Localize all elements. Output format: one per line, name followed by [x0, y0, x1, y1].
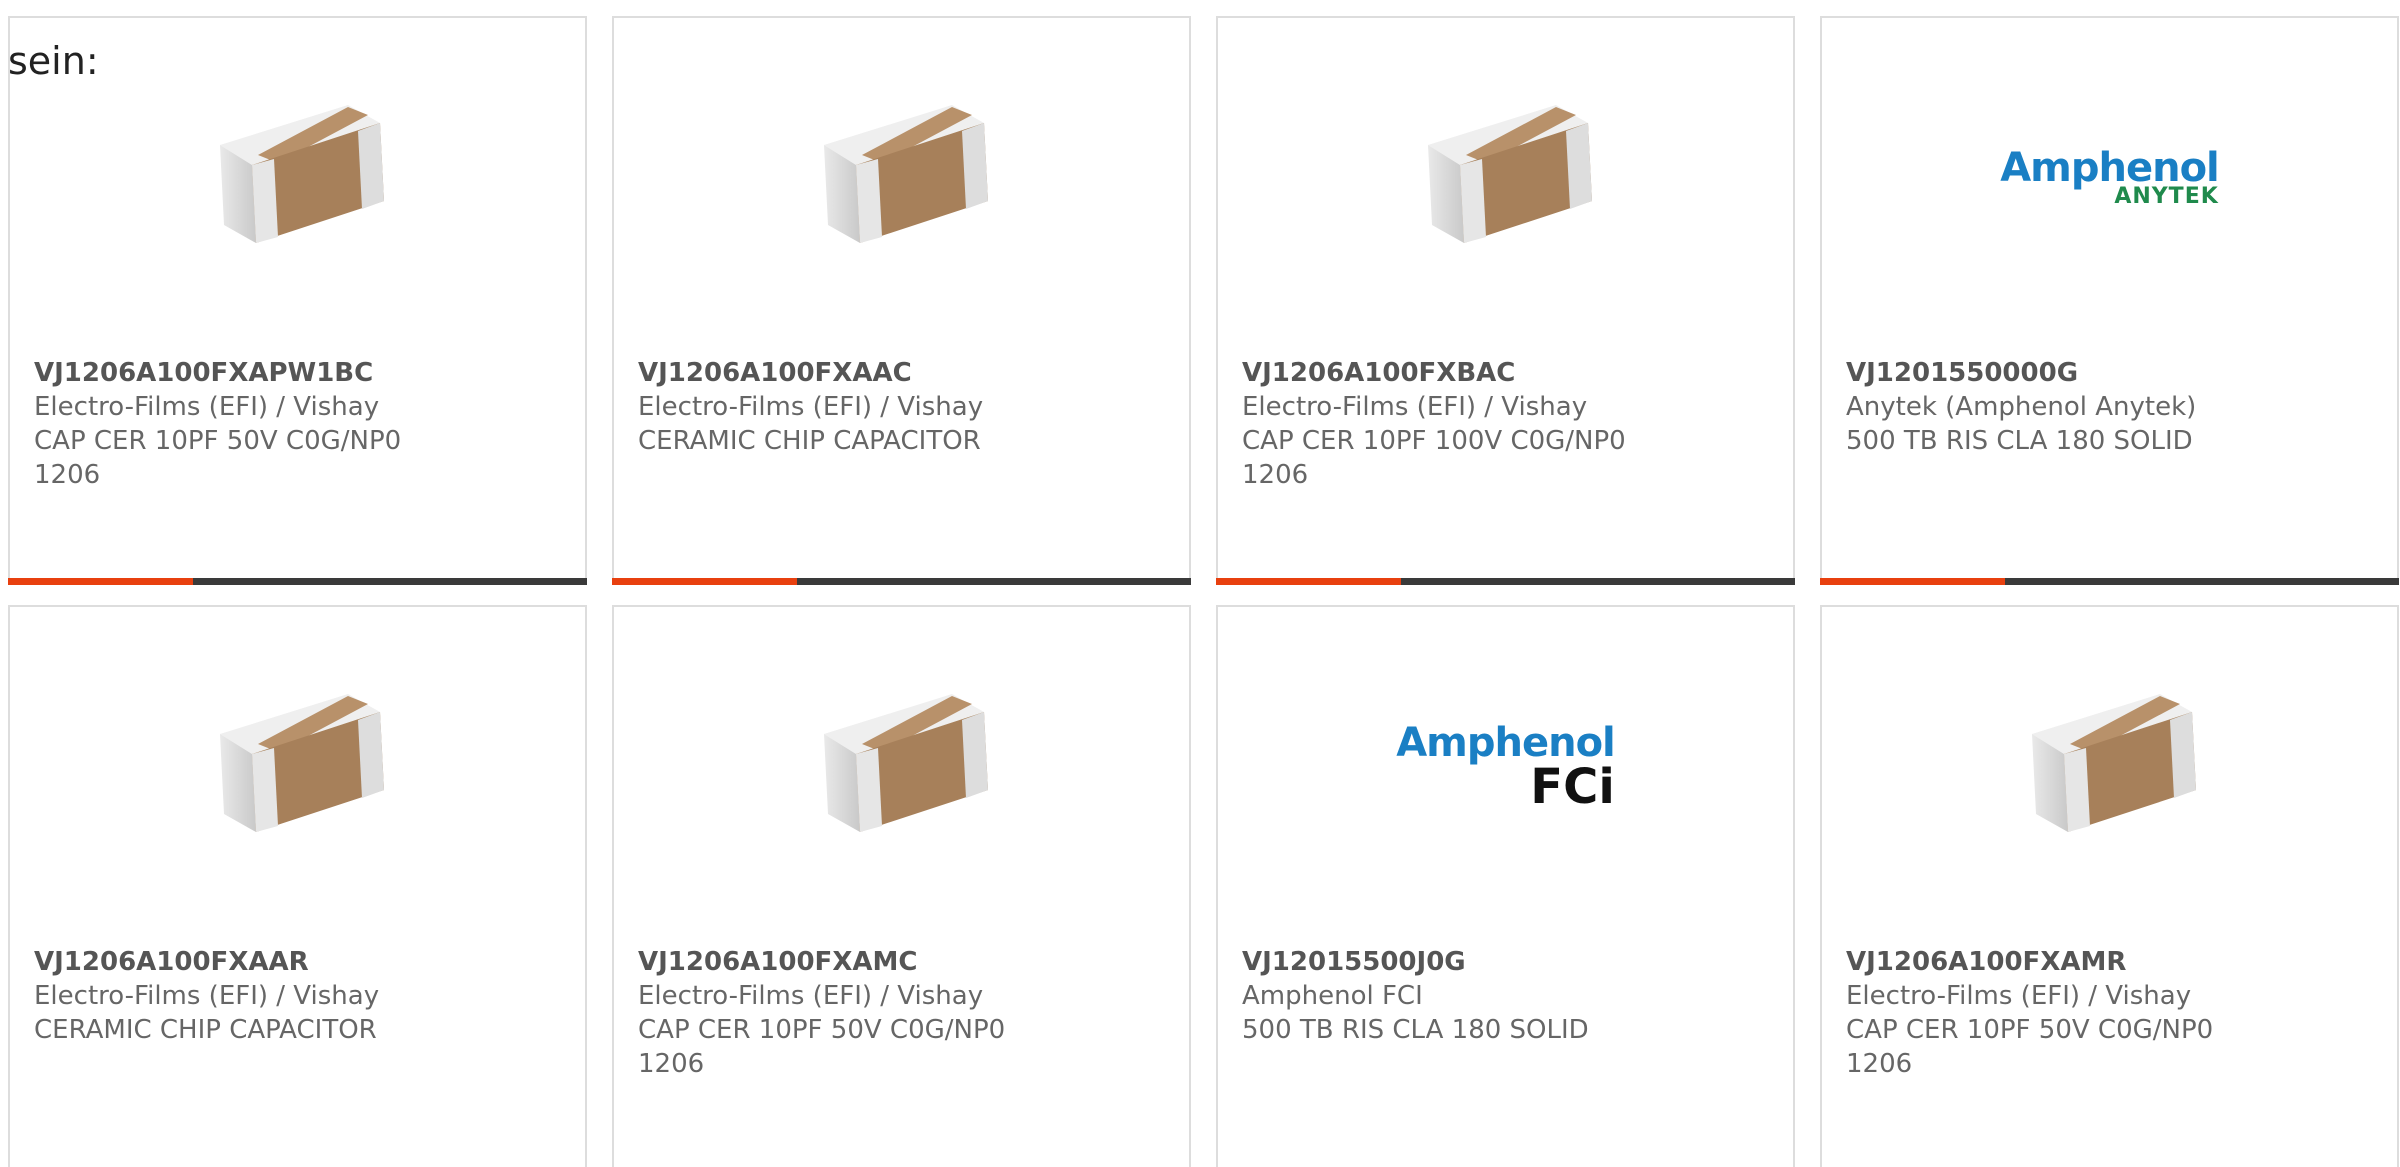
description-line: 500 TB RIS CLA 180 SOLID: [1846, 426, 2193, 456]
progress-bar: [1216, 578, 1795, 585]
amphenol-anytek-logo: Amphenol ANYTEK: [2000, 145, 2220, 208]
part-number[interactable]: VJ1206A100FXAPW1BC: [34, 356, 565, 390]
description-line: 1206: [1846, 1049, 1913, 1079]
product-image[interactable]: [10, 677, 585, 857]
description-line: 500 TB RIS CLA 180 SOLID: [1242, 1015, 1589, 1045]
progress-bar: [612, 578, 1191, 585]
product-card[interactable]: Amphenol ANYTEK VJ1201550000G Anytek (Am…: [1820, 16, 2399, 585]
product-card[interactable]: VJ1206A100FXAAC Electro-Films (EFI) / Vi…: [612, 16, 1191, 585]
progress-fill: [1216, 578, 1402, 585]
product-card[interactable]: VJ1206A100FXAMR Electro-Films (EFI) / Vi…: [1820, 605, 2399, 1167]
manufacturer: Electro-Films (EFI) / Vishay: [638, 981, 984, 1011]
product-image[interactable]: [10, 88, 585, 268]
product-image[interactable]: [614, 88, 1189, 268]
ceramic-chip-capacitor-icon: [219, 694, 384, 832]
product-grid: VJ1206A100FXAPW1BC Electro-Films (EFI) /…: [8, 16, 2399, 1167]
ceramic-chip-capacitor-icon: [823, 694, 988, 832]
product-info: VJ1206A100FXAAC Electro-Films (EFI) / Vi…: [638, 356, 1169, 458]
progress-fill: [8, 578, 194, 585]
description-line: CAP CER 10PF 50V C0G/NP0: [34, 426, 402, 456]
product-card[interactable]: Amphenol FCi VJ12015500J0G Amphenol FCI …: [1216, 605, 1795, 1167]
product-card[interactable]: VJ1206A100FXAAR Electro-Films (EFI) / Vi…: [8, 605, 587, 1167]
product-info: VJ12015500J0G Amphenol FCI 500 TB RIS CL…: [1242, 945, 1773, 1047]
manufacturer: Electro-Films (EFI) / Vishay: [1846, 981, 2192, 1011]
product-info: VJ1206A100FXAAR Electro-Films (EFI) / Vi…: [34, 945, 565, 1047]
part-number[interactable]: VJ1206A100FXAAC: [638, 356, 1169, 390]
progress-bar: [1820, 578, 2399, 585]
ceramic-chip-capacitor-icon: [1427, 105, 1592, 243]
product-info: VJ1201550000G Anytek (Amphenol Anytek) 5…: [1846, 356, 2377, 458]
product-card[interactable]: VJ1206A100FXBAC Electro-Films (EFI) / Vi…: [1216, 16, 1795, 585]
product-info: VJ1206A100FXAPW1BC Electro-Films (EFI) /…: [34, 356, 565, 492]
logo-main-text: Amphenol: [1396, 720, 1616, 766]
description-line: CERAMIC CHIP CAPACITOR: [638, 426, 981, 456]
description-line: 1206: [638, 1049, 705, 1079]
product-image[interactable]: [1822, 677, 2397, 857]
amphenol-fci-logo: Amphenol FCi: [1396, 720, 1616, 815]
description-line: CAP CER 10PF 100V C0G/NP0: [1242, 426, 1626, 456]
product-info: VJ1206A100FXBAC Electro-Films (EFI) / Vi…: [1242, 356, 1773, 492]
logo-main-text: Amphenol: [2000, 145, 2220, 191]
product-results-page: sein: VJ1206A100FXAPW1BC Electro-Films (…: [0, 0, 2400, 1167]
manufacturer: Electro-Films (EFI) / Vishay: [34, 392, 380, 422]
part-number[interactable]: VJ1206A100FXAAR: [34, 945, 565, 979]
logo-sub-text: FCi: [1530, 759, 1615, 815]
manufacturer: Electro-Films (EFI) / Vishay: [638, 392, 984, 422]
description-line: CAP CER 10PF 50V C0G/NP0: [638, 1015, 1006, 1045]
product-card[interactable]: VJ1206A100FXAPW1BC Electro-Films (EFI) /…: [8, 16, 587, 585]
description-line: 1206: [1242, 460, 1309, 490]
progress-fill: [612, 578, 798, 585]
product-image[interactable]: [614, 677, 1189, 857]
part-number[interactable]: VJ1201550000G: [1846, 356, 2377, 390]
product-image[interactable]: [1218, 88, 1793, 268]
intro-text: sein:: [8, 39, 99, 83]
manufacturer: Amphenol FCI: [1242, 981, 1423, 1011]
ceramic-chip-capacitor-icon: [219, 105, 384, 243]
part-number[interactable]: VJ1206A100FXAMC: [638, 945, 1169, 979]
product-image[interactable]: Amphenol ANYTEK: [1822, 88, 2397, 268]
part-number[interactable]: VJ1206A100FXBAC: [1242, 356, 1773, 390]
description-line: CAP CER 10PF 50V C0G/NP0: [1846, 1015, 2214, 1045]
product-image[interactable]: Amphenol FCi: [1218, 677, 1793, 857]
description-line: 1206: [34, 460, 101, 490]
description-line: CERAMIC CHIP CAPACITOR: [34, 1015, 377, 1045]
product-info: VJ1206A100FXAMR Electro-Films (EFI) / Vi…: [1846, 945, 2377, 1081]
ceramic-chip-capacitor-icon: [2031, 694, 2196, 832]
part-number[interactable]: VJ1206A100FXAMR: [1846, 945, 2377, 979]
part-number[interactable]: VJ12015500J0G: [1242, 945, 1773, 979]
ceramic-chip-capacitor-icon: [823, 105, 988, 243]
product-info: VJ1206A100FXAMC Electro-Films (EFI) / Vi…: [638, 945, 1169, 1081]
manufacturer: Anytek (Amphenol Anytek): [1846, 392, 2197, 422]
product-card[interactable]: VJ1206A100FXAMC Electro-Films (EFI) / Vi…: [612, 605, 1191, 1167]
manufacturer: Electro-Films (EFI) / Vishay: [1242, 392, 1588, 422]
progress-fill: [1820, 578, 2006, 585]
manufacturer: Electro-Films (EFI) / Vishay: [34, 981, 380, 1011]
progress-bar: [8, 578, 587, 585]
